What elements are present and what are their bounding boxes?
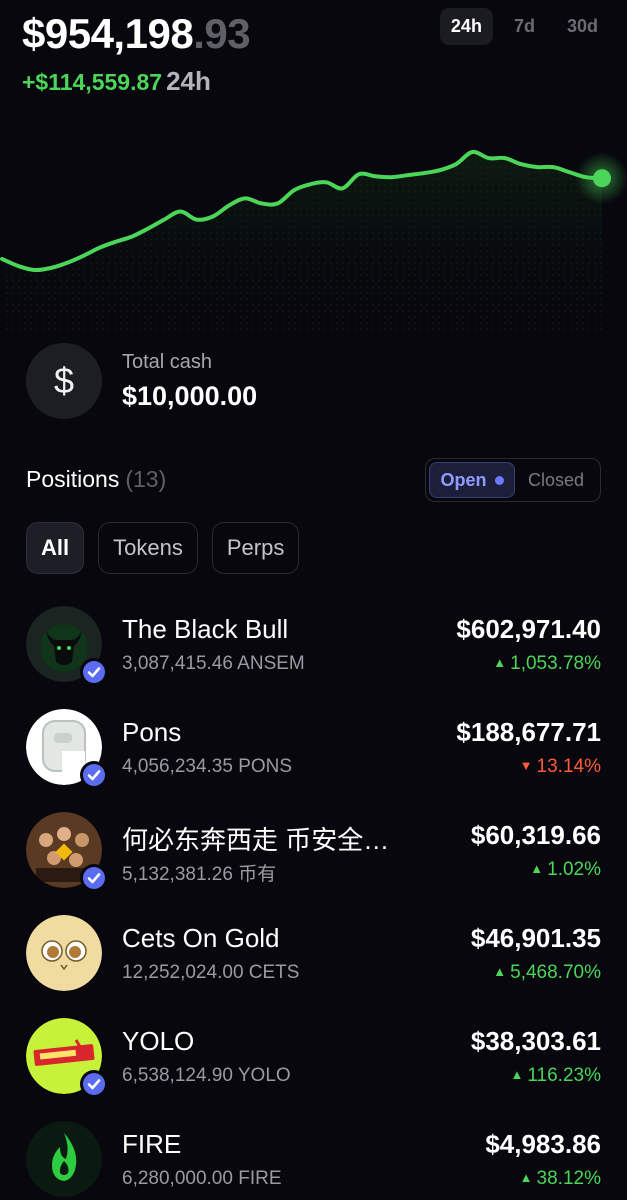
token-name: YOLO xyxy=(122,1026,195,1056)
token-value: $188,677.71 xyxy=(456,717,601,747)
chart-end-point xyxy=(593,169,611,188)
total-cash-label: Total cash xyxy=(122,350,213,373)
token-avatar xyxy=(26,812,108,892)
token-avatar xyxy=(26,1018,108,1098)
tab-7d[interactable]: 7d xyxy=(503,8,546,45)
arrow-down-icon: ▼ xyxy=(519,758,533,773)
token-change: ▲ 1.02% xyxy=(530,859,601,881)
total-cash-value: $10,000.00 xyxy=(122,380,258,411)
position-row[interactable]: Pons 4,056,234.35 PONS $188,677.71 ▼ 13.1… xyxy=(0,703,627,806)
toggle-closed-button[interactable]: Closed xyxy=(515,470,597,491)
token-avatar xyxy=(26,709,108,789)
token-name: FIRE xyxy=(122,1129,182,1159)
arrow-up-icon: ▲ xyxy=(493,964,507,979)
verified-badge-icon xyxy=(80,761,108,789)
verified-badge-icon xyxy=(80,864,108,892)
positions-list: The Black Bull 3,087,415.46 ANSEM $602,9… xyxy=(0,600,627,1200)
active-dot-icon xyxy=(494,475,504,485)
tab-30d[interactable]: 30d xyxy=(556,8,609,45)
portfolio-header: $954,198.93 +$114,559.87 24h xyxy=(22,10,251,97)
portfolio-chart xyxy=(0,149,627,330)
token-change: ▼ 13.14% xyxy=(520,756,601,778)
tab-24h[interactable]: 24h xyxy=(439,8,493,45)
arrow-up-icon: ▲ xyxy=(519,1170,533,1185)
position-row[interactable]: Cets On Gold 12,252,024.00 CETS $46,901.… xyxy=(0,909,627,1012)
token-change: ▲ 1,053.78% xyxy=(493,653,601,675)
token-holding: 5,132,381.26 币有 xyxy=(122,864,277,885)
balance-main: $954,198 xyxy=(22,10,194,57)
verified-badge-icon xyxy=(80,658,108,686)
arrow-up-icon: ▲ xyxy=(530,861,544,876)
toggle-open-button[interactable]: Open xyxy=(429,462,515,498)
token-holding: 3,087,415.46 ANSEM xyxy=(122,653,305,674)
token-name: Cets On Gold xyxy=(122,923,280,953)
token-change: ▲ 5,468.70% xyxy=(493,962,601,984)
position-filters: All Tokens Perps xyxy=(26,522,300,574)
token-avatar xyxy=(26,915,104,993)
chart-dot-grid xyxy=(2,151,602,330)
portfolio-change: +$114,559.87 24h xyxy=(22,66,250,97)
position-row[interactable]: YOLO 6,538,124.90 YOLO $38,303.61 ▲ 116.2… xyxy=(0,1012,627,1115)
token-change-value: 13.14% xyxy=(536,756,601,777)
token-change-value: 5,468.70% xyxy=(510,962,601,983)
token-value: $4,983.86 xyxy=(485,1129,601,1159)
token-value: $602,971.40 xyxy=(456,614,601,644)
position-row[interactable]: FIRE 6,280,000.00 FIRE $4,983.86 ▲ 38.12% xyxy=(0,1115,627,1200)
token-name: The Black Bull xyxy=(122,614,289,644)
flame-icon xyxy=(26,1121,102,1197)
token-avatar xyxy=(26,1121,104,1199)
token-value: $46,901.35 xyxy=(470,923,601,953)
position-row[interactable]: The Black Bull 3,087,415.46 ANSEM $602,9… xyxy=(0,600,627,703)
token-change-value: 1.02% xyxy=(547,859,601,880)
token-avatar xyxy=(26,606,108,686)
token-holding: 6,280,000.00 FIRE xyxy=(122,1168,282,1189)
token-name: 何必东奔西走 币安全… xyxy=(122,825,390,855)
token-holding: 4,056,234.35 PONS xyxy=(122,756,293,777)
token-change-value: 38.12% xyxy=(536,1168,601,1189)
filter-perps[interactable]: Perps xyxy=(211,522,300,574)
positions-title: Positions (13) xyxy=(26,466,166,493)
token-change-value: 116.23% xyxy=(527,1065,601,1086)
portfolio-balance: $954,198.93 xyxy=(22,10,251,58)
arrow-up-icon: ▲ xyxy=(493,655,507,670)
time-range-tabs: 24h 7d 30d xyxy=(439,8,609,45)
token-name: Pons xyxy=(122,717,182,747)
token-holding: 6,538,124.90 YOLO xyxy=(122,1065,291,1086)
arrow-up-icon: ▲ xyxy=(510,1067,524,1082)
balance-cents: .93 xyxy=(193,10,251,57)
token-value: $60,319.66 xyxy=(470,820,601,850)
token-change: ▲ 116.23% xyxy=(511,1065,601,1087)
position-row[interactable]: 何必东奔西走 币安全… 5,132,381.26 币有 $60,319.66 ▲… xyxy=(0,806,627,909)
change-period: 24h xyxy=(166,66,211,96)
positions-label: Positions xyxy=(26,466,120,492)
dollar-icon: $ xyxy=(26,343,102,419)
token-holding: 12,252,024.00 CETS xyxy=(122,962,300,983)
filter-all[interactable]: All xyxy=(26,522,85,574)
change-amount: +$114,559.87 xyxy=(22,69,163,95)
total-cash-card[interactable]: $ Total cash $10,000.00 xyxy=(26,343,257,419)
positions-count: (13) xyxy=(125,466,167,492)
cat-face-icon xyxy=(26,915,102,991)
token-change-value: 1,053.78% xyxy=(510,653,601,674)
toggle-open-label: Open xyxy=(440,469,487,490)
filter-tokens[interactable]: Tokens xyxy=(98,522,198,574)
token-change: ▲ 38.12% xyxy=(520,1168,601,1190)
token-value: $38,303.61 xyxy=(470,1026,601,1056)
open-closed-toggle: Open Closed xyxy=(425,458,601,502)
verified-badge-icon xyxy=(80,1070,108,1098)
